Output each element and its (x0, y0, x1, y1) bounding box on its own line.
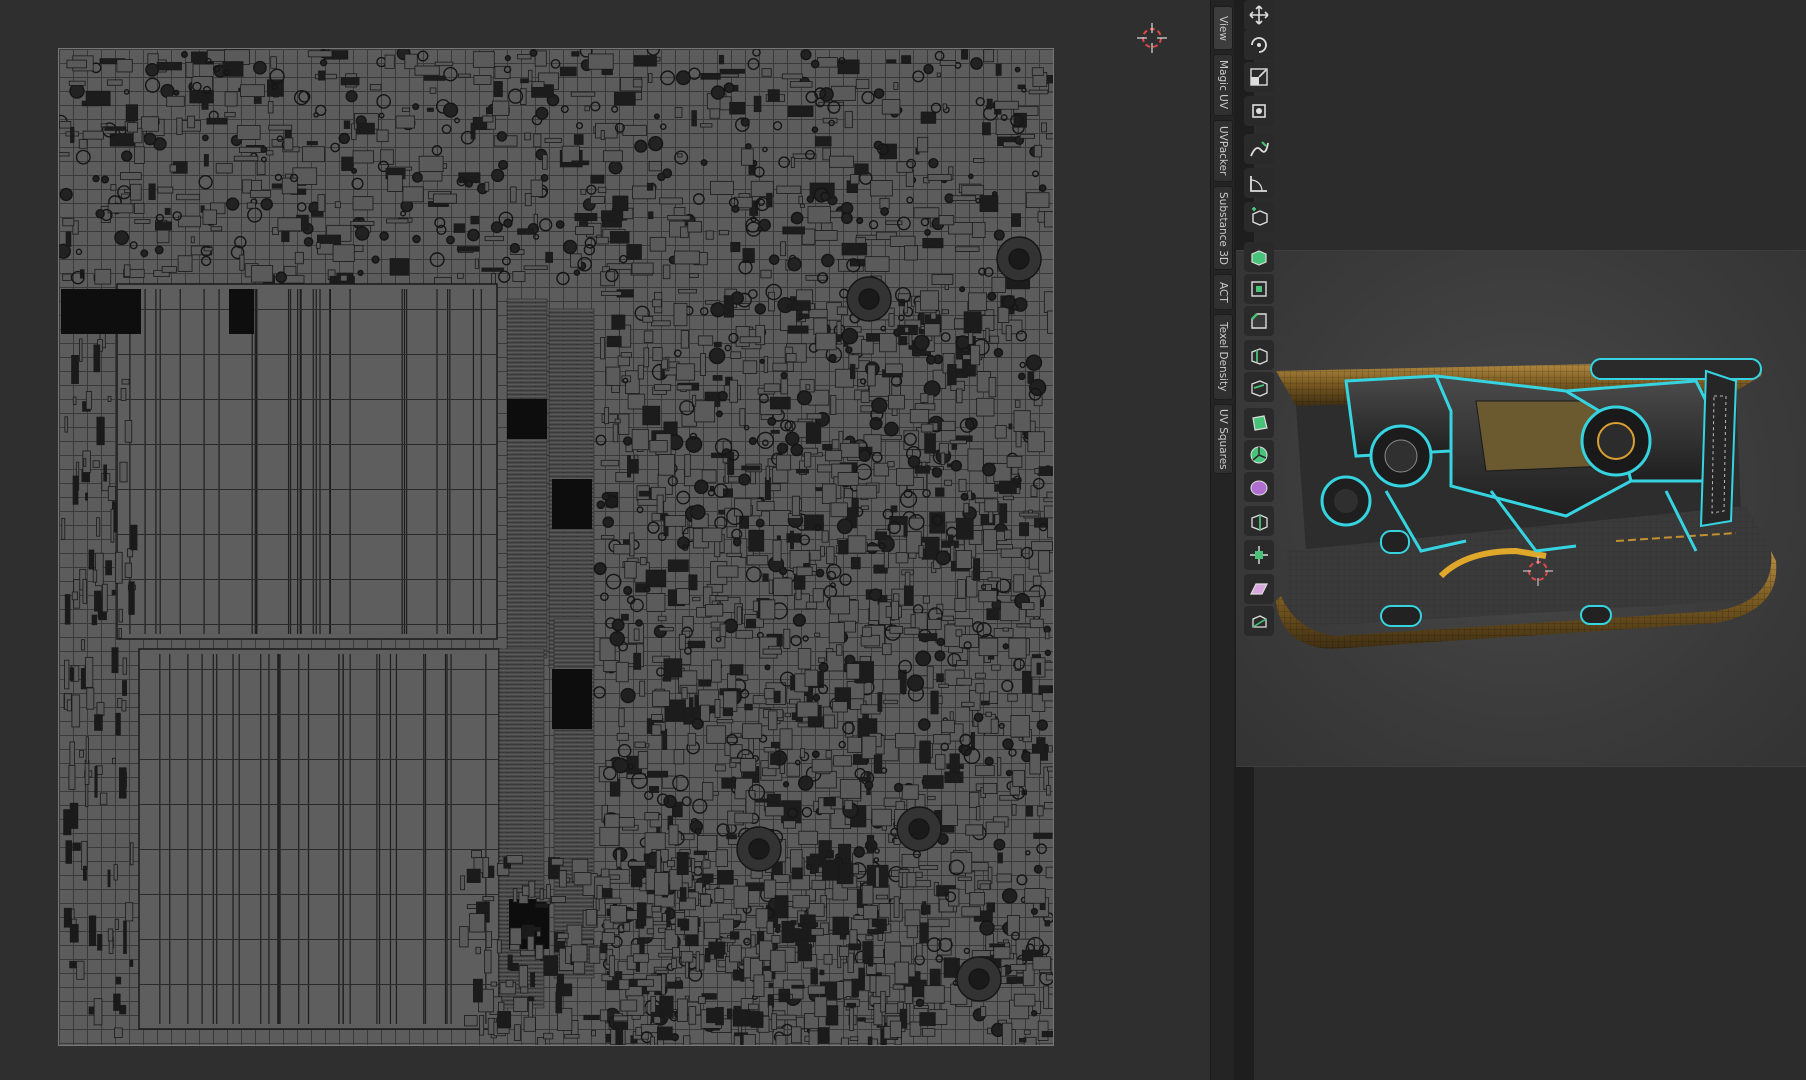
poly-build-tool-button[interactable] (1244, 408, 1274, 438)
tab-act[interactable]: ACT (1213, 274, 1233, 310)
rip-region-icon (1252, 615, 1267, 628)
rotate-tool-button[interactable] (1244, 30, 1274, 60)
add-cube-tool-button[interactable] (1244, 202, 1274, 232)
shrink-fatten-tool-button[interactable] (1244, 540, 1274, 570)
tab-label: Magic UV (1217, 60, 1229, 110)
measure-tool-button[interactable] (1244, 168, 1274, 198)
tab-label: UV Squares (1217, 408, 1229, 470)
inset-faces-tool-button[interactable] (1244, 274, 1274, 304)
rotate-icon (1251, 37, 1267, 53)
uv-layout-canvas[interactable] (58, 48, 1054, 1046)
transform-icon (1252, 104, 1266, 118)
tab-uvpacker[interactable]: UVPacker (1213, 120, 1233, 182)
tab-magic-uv[interactable]: Magic UV (1213, 54, 1233, 116)
annotate-tool-button[interactable] (1244, 134, 1274, 164)
tab-label: ACT (1217, 281, 1229, 303)
tab-texel-density[interactable]: Texel Density (1213, 314, 1233, 400)
extrude-region-icon (1251, 250, 1267, 266)
2d-cursor-icon[interactable] (1136, 22, 1168, 54)
bevel-tool-button[interactable] (1244, 306, 1274, 336)
tab-label: UVPacker (1217, 126, 1229, 176)
viewport-render-area[interactable] (1236, 250, 1806, 767)
smooth-icon (1250, 480, 1268, 496)
spin-icon (1250, 446, 1268, 464)
scale-tool-button[interactable] (1244, 62, 1274, 92)
bevel-icon (1251, 313, 1267, 329)
sidebar-tab-strip: View Magic UV UVPacker Substance 3D ACT … (1210, 0, 1236, 1080)
tab-label: Substance 3D (1217, 191, 1229, 265)
knife-icon (1251, 380, 1268, 397)
tab-substance-3d[interactable]: Substance 3D (1213, 186, 1233, 270)
inset-faces-icon (1251, 281, 1267, 297)
hover-vehicle-model (1276, 358, 1777, 649)
annotate-icon (1250, 141, 1269, 157)
shear-tool-button[interactable] (1244, 574, 1274, 604)
loop-cut-tool-button[interactable] (1244, 340, 1274, 370)
add-cube-icon (1252, 207, 1268, 226)
poly-build-icon (1252, 415, 1268, 431)
tab-label: View (1217, 15, 1229, 41)
shear-icon (1250, 583, 1268, 595)
shrink-fatten-icon (1250, 546, 1268, 564)
move-icon (1249, 5, 1269, 25)
uv-editor[interactable] (0, 0, 1210, 1080)
rip-region-tool-button[interactable] (1244, 606, 1274, 636)
tab-view[interactable]: View (1213, 6, 1233, 50)
scale-icon (1250, 68, 1268, 86)
knife-tool-button[interactable] (1244, 372, 1274, 402)
edge-slide-tool-button[interactable] (1244, 506, 1274, 536)
smooth-tool-button[interactable] (1244, 472, 1274, 502)
loop-cut-icon (1251, 348, 1268, 365)
tab-uv-squares[interactable]: UV Squares (1213, 404, 1233, 474)
move-tool-button[interactable] (1244, 0, 1274, 30)
edge-slide-icon (1251, 514, 1268, 531)
spin-tool-button[interactable] (1244, 440, 1274, 470)
extrude-region-tool-button[interactable] (1244, 242, 1274, 272)
uv-islands (59, 49, 1053, 1045)
tab-label: Texel Density (1217, 322, 1229, 392)
measure-icon (1250, 176, 1267, 192)
transform-tool-button[interactable] (1244, 96, 1274, 126)
